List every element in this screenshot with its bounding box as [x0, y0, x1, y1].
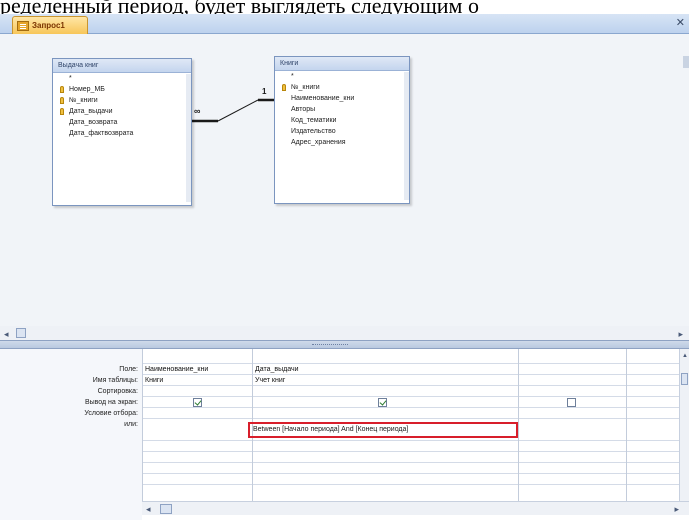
query-grid: Поле: Имя таблицы: Сортировка: Вывод на … — [0, 349, 689, 520]
grid-line — [142, 484, 679, 485]
grid-line — [142, 418, 679, 419]
pane-splitter[interactable] — [0, 340, 689, 349]
tab-label: Запрос1 — [32, 21, 65, 30]
grid-line — [142, 451, 679, 452]
grid-cell-table[interactable]: Учет книг — [253, 375, 517, 386]
grid-line — [142, 440, 679, 441]
scroll-thumb[interactable] — [681, 373, 688, 385]
grid-line — [142, 473, 679, 474]
tab-query1[interactable]: Запрос1 — [12, 16, 88, 34]
row-label-sort: Сортировка: — [97, 388, 138, 395]
grid-column-divider[interactable] — [626, 349, 627, 501]
field-item[interactable]: №_книги — [53, 95, 191, 106]
field-list: * Номер_МБ №_книги Дата_выдачи Дата_возврата… — [53, 73, 191, 139]
row-label-table: Имя таблицы: — [92, 377, 138, 384]
field-label: Дата_фактвозврата — [69, 130, 134, 137]
table-title[interactable]: Книги — [275, 57, 409, 71]
row-label-show: Вывод на экран: — [84, 399, 138, 406]
field-item[interactable]: Код_тематики — [275, 115, 409, 126]
scrollbar[interactable] — [404, 72, 409, 200]
show-checkbox-col2[interactable] — [378, 398, 387, 407]
field-label: Код_тематики — [291, 117, 337, 124]
field-label: Дата_возврата — [69, 119, 118, 126]
field-label: Номер_МБ — [69, 86, 105, 93]
show-checkbox-col1[interactable] — [193, 398, 202, 407]
grid-line — [142, 462, 679, 463]
field-label: Наименование_кни — [291, 95, 355, 102]
field-item[interactable]: Издательство — [275, 126, 409, 137]
grid-column-divider[interactable] — [518, 349, 519, 501]
field-item[interactable]: Дата_выдачи — [53, 106, 191, 117]
row-label-field: Поле: — [119, 366, 138, 373]
scrollbar[interactable] — [186, 74, 191, 202]
field-label: №_книги — [69, 97, 98, 104]
field-item[interactable]: Дата_возврата — [53, 117, 191, 128]
field-label: №_книги — [291, 84, 320, 91]
grid-horizontal-scrollbar[interactable]: ◂ ▸ — [142, 501, 689, 515]
grid-row-labels: Поле: Имя таблицы: Сортировка: Вывод на … — [0, 349, 142, 520]
scroll-up-icon[interactable]: ▲ — [682, 353, 688, 359]
table-books[interactable]: Книги * №_книги Наименование_кни Авторы Код_… — [274, 56, 410, 204]
primary-key-icon — [282, 84, 286, 91]
grid-cell-field[interactable]: Наименование_кни — [143, 364, 251, 375]
pane-edge-button[interactable] — [683, 56, 689, 68]
query-design-pane: ∞ 1 Выдача книг * Номер_МБ №_книги Дата_выд… — [0, 34, 689, 340]
table-issue[interactable]: Выдача книг * Номер_МБ №_книги Дата_выдачи Д… — [52, 58, 192, 206]
grid-vertical-scrollbar[interactable]: ▲ — [679, 349, 689, 501]
relation-many-symbol: ∞ — [194, 106, 201, 116]
field-label: Издательство — [291, 128, 336, 135]
scroll-right-icon[interactable]: ▸ — [678, 329, 683, 340]
scroll-thumb[interactable] — [160, 504, 172, 514]
field-item[interactable]: * — [275, 71, 409, 82]
primary-key-icon — [60, 108, 64, 115]
grid-cell-field[interactable]: Дата_выдачи — [253, 364, 517, 375]
close-icon[interactable]: ✕ — [676, 16, 685, 29]
splitter-grip[interactable] — [312, 344, 348, 346]
field-item[interactable]: Авторы — [275, 104, 409, 115]
grid-line — [142, 396, 679, 397]
field-label: * — [69, 75, 72, 82]
grid-cell-table[interactable]: Книги — [143, 375, 251, 386]
scroll-right-icon[interactable]: ▸ — [674, 504, 679, 515]
relation-one-symbol: 1 — [262, 87, 267, 96]
field-item[interactable]: Дата_фактвозврата — [53, 128, 191, 139]
query-icon — [17, 20, 29, 31]
field-item[interactable]: * — [53, 73, 191, 84]
field-label: Авторы — [291, 106, 316, 113]
field-label: * — [291, 73, 294, 80]
primary-key-icon — [60, 86, 64, 93]
primary-key-icon — [60, 97, 64, 104]
grid-line — [142, 407, 679, 408]
scroll-left-icon[interactable]: ◂ — [146, 504, 151, 515]
row-label-criteria: Условие отбора: — [84, 410, 138, 417]
field-item[interactable]: Номер_МБ — [53, 84, 191, 95]
field-item[interactable]: №_книги — [275, 82, 409, 93]
field-item[interactable]: Адрес_хранения — [275, 137, 409, 148]
field-label: Дата_выдачи — [69, 108, 113, 115]
row-label-or: или: — [124, 421, 138, 428]
document-tab-strip: Запрос1 ✕ — [0, 14, 689, 34]
field-item[interactable]: Наименование_кни — [275, 93, 409, 104]
show-checkbox-col3[interactable] — [567, 398, 576, 407]
design-horizontal-scrollbar[interactable]: ◂ ▸ — [0, 326, 689, 340]
field-list: * №_книги Наименование_кни Авторы Код_темати… — [275, 71, 409, 148]
criteria-input-highlighted[interactable]: Between [Начало периода] And [Конец пери… — [248, 422, 518, 438]
table-title[interactable]: Выдача книг — [53, 59, 191, 73]
scroll-thumb[interactable] — [16, 328, 26, 338]
field-label: Адрес_хранения — [291, 139, 346, 146]
scroll-left-icon[interactable]: ◂ — [4, 329, 9, 340]
